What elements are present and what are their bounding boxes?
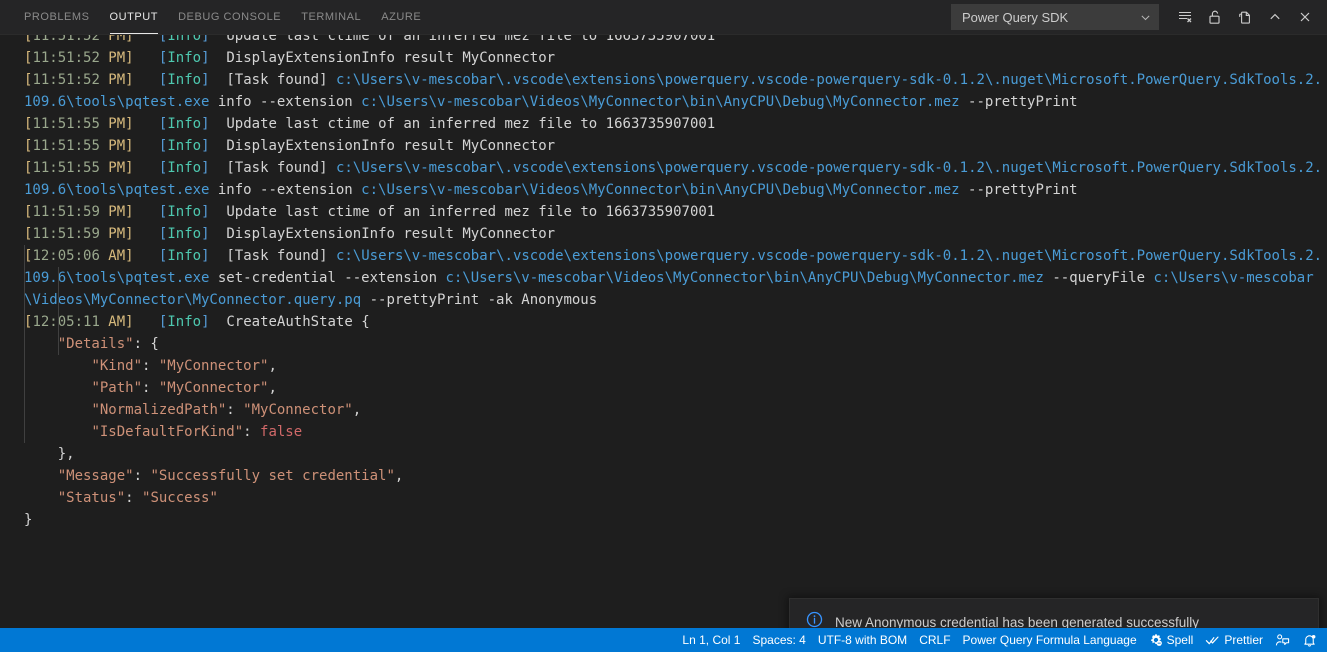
output-line: [11:51:55 PM] [Info] [Task found] c:\Use…: [24, 160, 1323, 198]
double-check-icon: [1205, 633, 1220, 648]
output-line: [11:51:52 PM] [Info] Update last ctime o…: [24, 35, 716, 44]
panel-tab-list: PROBLEMS OUTPUT DEBUG CONSOLE TERMINAL AZURE: [0, 0, 431, 34]
unlock-scroll-icon[interactable]: [1201, 3, 1229, 31]
status-bar-item-feedback[interactable]: [1269, 629, 1296, 651]
output-line: [12:05:06 AM] [Info] [Task found] c:\Use…: [24, 248, 1323, 308]
chevron-up-icon[interactable]: [1261, 3, 1289, 31]
status-bar-item-cursor-position[interactable]: Ln 1, Col 1: [676, 629, 746, 651]
output-line: "Message": "Successfully set credential"…: [57, 468, 404, 484]
clear-output-icon[interactable]: [1171, 3, 1199, 31]
output-path-link[interactable]: c:\Users\v-mescobar\Videos\MyConnector\b…: [361, 94, 959, 110]
indent-guide: [24, 245, 25, 443]
status-bar-item-spell-checker[interactable]: Spell: [1143, 629, 1200, 651]
panel-tab-azure[interactable]: AZURE: [371, 0, 431, 34]
info-icon: [806, 611, 823, 628]
bell-dot-icon: [1302, 633, 1317, 648]
output-line: "Kind": "MyConnector",: [91, 358, 277, 374]
output-text-content: [11:51:52 PM] [Info] Update last ctime o…: [0, 35, 1327, 531]
output-channel-label: Power Query SDK: [962, 9, 1069, 25]
close-icon[interactable]: [1291, 3, 1319, 31]
status-bar-item-label: Power Query Formula Language: [962, 633, 1137, 647]
panel-tab-problems[interactable]: PROBLEMS: [14, 0, 100, 34]
panel-header: PROBLEMS OUTPUT DEBUG CONSOLE TERMINAL AZURE…: [0, 0, 1327, 35]
output-line: "Details": {: [57, 336, 159, 352]
output-line: "Status": "Success": [57, 490, 218, 506]
output-line: [11:51:52 PM] [Info] DisplayExtensionInf…: [24, 50, 556, 66]
feedback-icon: [1275, 633, 1290, 648]
status-bar-item-label: CRLF: [919, 633, 951, 647]
output-line: "Path": "MyConnector",: [91, 380, 277, 396]
output-line: }: [24, 512, 33, 528]
output-line: "NormalizedPath": "MyConnector",: [91, 402, 362, 418]
chevron-down-icon: [1139, 11, 1152, 24]
panel-tab-output[interactable]: OUTPUT: [100, 0, 169, 34]
output-line: [11:51:59 PM] [Info] DisplayExtensionInf…: [24, 226, 556, 242]
status-bar-item-label: UTF-8 with BOM: [817, 633, 908, 647]
status-bar-item-language-mode[interactable]: Power Query Formula Language: [957, 629, 1143, 651]
panel-header-actions: Power Query SDK: [951, 0, 1327, 34]
output-line: [11:51:55 PM] [Info] Update last ctime o…: [24, 116, 716, 132]
status-bar-item-encoding[interactable]: UTF-8 with BOM: [812, 629, 913, 651]
status-bar-item-label: Prettier: [1224, 633, 1263, 647]
status-bar-item-notifications-bell[interactable]: [1296, 629, 1323, 651]
status-bar-item-label: Ln 1, Col 1: [682, 633, 741, 647]
output-line: [12:05:11 AM] [Info] CreateAuthState {: [24, 314, 370, 330]
output-line: [11:51:55 PM] [Info] DisplayExtensionInf…: [24, 138, 556, 154]
panel-tab-terminal[interactable]: TERMINAL: [291, 0, 371, 34]
output-line: },: [57, 446, 75, 462]
open-in-editor-icon[interactable]: [1231, 3, 1259, 31]
status-bar-item-indentation[interactable]: Spaces: 4: [746, 629, 811, 651]
panel-tab-debug-console[interactable]: DEBUG CONSOLE: [168, 0, 291, 34]
status-bar-right: Ln 1, Col 1 Spaces: 4 UTF-8 with BOM CRLF Po…: [676, 629, 1323, 651]
output-line: [11:51:52 PM] [Info] [Task found] c:\Use…: [24, 72, 1323, 110]
status-bar-item-label: Spell: [1166, 633, 1194, 647]
output-path-link[interactable]: c:\Users\v-mescobar\Videos\MyConnector\b…: [361, 182, 959, 198]
notification-message: New Anonymous credential has been genera…: [835, 614, 1199, 629]
output-channel-dropdown[interactable]: Power Query SDK: [951, 4, 1159, 30]
status-bar-item-prettier[interactable]: Prettier: [1199, 629, 1269, 651]
spell-gear-icon: [1149, 633, 1163, 647]
status-bar: Ln 1, Col 1 Spaces: 4 UTF-8 with BOM CRLF Po…: [0, 628, 1327, 652]
indent-guide: [57, 267, 59, 355]
status-bar-item-eol[interactable]: CRLF: [913, 629, 956, 651]
vscode-panel-window: PROBLEMS OUTPUT DEBUG CONSOLE TERMINAL AZURE…: [0, 0, 1327, 652]
output-line: [11:51:59 PM] [Info] Update last ctime o…: [24, 204, 716, 220]
notification-toast[interactable]: New Anonymous credential has been genera…: [789, 598, 1319, 628]
output-path-link[interactable]: c:\Users\v-mescobar\Videos\MyConnector\b…: [445, 270, 1043, 286]
output-line: "IsDefaultForKind": false: [91, 424, 303, 440]
output-scroll-region[interactable]: [11:51:52 PM] [Info] Update last ctime o…: [0, 35, 1327, 628]
status-bar-item-label: Spaces: 4: [752, 633, 806, 647]
